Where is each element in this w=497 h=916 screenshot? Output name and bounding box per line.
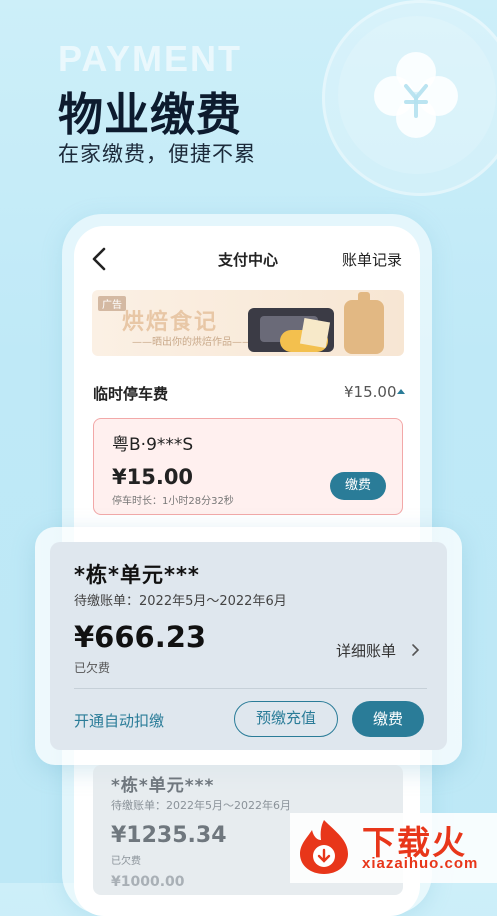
brand-url: xiazaihuo.com (362, 855, 479, 872)
payment-clover-icon (374, 52, 458, 138)
auto-deduct-link[interactable]: 开通自动扣缴 (74, 710, 164, 731)
license-plate: 粤B·9***S (112, 435, 194, 455)
page-title: 支付中心 (218, 251, 279, 269)
parking-pay-button[interactable]: 缴费 (330, 472, 386, 500)
chevron-right-icon[interactable] (410, 643, 420, 657)
parking-amount: ¥15.00 (112, 465, 194, 489)
bill-unit-title: *栋*单元*** (74, 563, 200, 587)
bill-detail-link[interactable]: 详细账单 (336, 640, 396, 661)
bill-period-2: 待缴账单：2022年5月～2022年6月 (111, 799, 291, 812)
bill-records-link[interactable]: 账单记录 (342, 249, 402, 270)
back-arrow-icon[interactable] (88, 246, 110, 272)
bill-amount-2: ¥1235.34 (111, 823, 227, 848)
bill-pay-button[interactable]: 缴费 (352, 701, 424, 737)
bill-amount: ¥666.23 (74, 620, 207, 654)
collapse-caret-icon[interactable] (397, 389, 405, 394)
divider (74, 688, 427, 689)
bill-amount-3: ¥1000.00 (111, 874, 185, 890)
bill-period: 待缴账单：2022年5月～2022年6月 (74, 594, 287, 609)
ad-subtitle: ——晒出你的烘焙作品—— (132, 337, 252, 348)
prepay-button[interactable]: 预缴充值 (234, 701, 338, 737)
cheese-illustration (299, 317, 331, 349)
hero-watermark: PAYMENT (58, 38, 243, 79)
ad-title: 烘焙食记 (122, 310, 219, 335)
ad-banner[interactable]: 广告 烘焙食记 ——晒出你的烘焙作品—— (92, 290, 404, 356)
bill-status-2: 已欠费 (111, 856, 141, 867)
hero-title: 物业缴费 (58, 88, 243, 141)
cutting-board-illustration (344, 300, 384, 354)
parking-fee-label: 临时停车费 (93, 385, 169, 403)
flame-logo-icon (300, 820, 348, 874)
bill-status: 已欠费 (74, 661, 111, 675)
parking-fee-total[interactable]: ¥15.00 (344, 383, 397, 401)
hero-subtitle: 在家缴费，便捷不累 (58, 142, 256, 166)
bill-unit-title-2: *栋*单元*** (111, 776, 215, 796)
parking-duration: 停车时长：1小时28分32秒 (112, 496, 234, 507)
